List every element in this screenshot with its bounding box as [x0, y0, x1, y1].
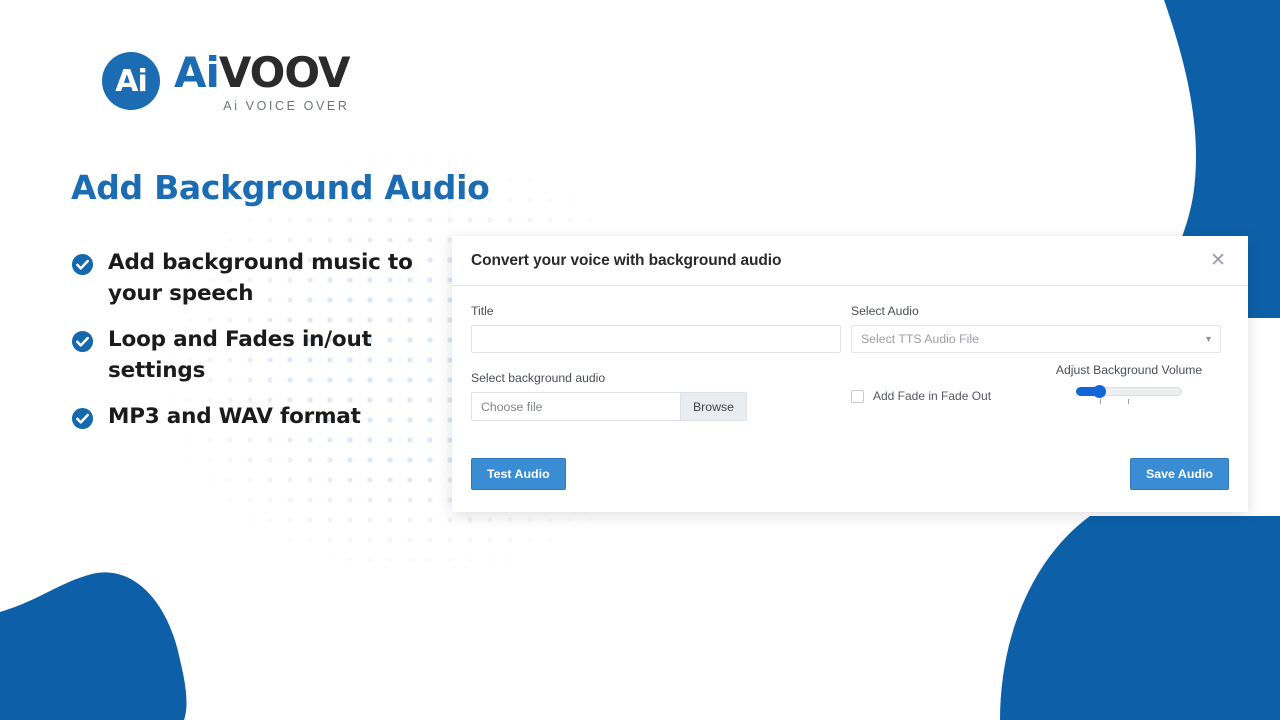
- dialog-footer: Test Audio Save Audio: [452, 458, 1248, 512]
- title-input[interactable]: [471, 325, 841, 353]
- select-audio-dropdown[interactable]: Select TTS Audio File ▾: [850, 325, 1221, 353]
- slider-thumb[interactable]: [1093, 385, 1106, 398]
- dialog-left-column: Title Select background audio Choose fil…: [471, 304, 851, 421]
- dialog-body: Title Select background audio Choose fil…: [452, 286, 1248, 421]
- logo-wordmark: AiVOOV: [174, 52, 350, 94]
- list-item: MP3 and WAV format: [71, 402, 471, 433]
- page-title: Add Background Audio: [71, 168, 490, 207]
- logo-mark-icon: Ai: [102, 52, 160, 110]
- background-audio-dialog: Convert your voice with background audio…: [452, 236, 1248, 512]
- title-field-label: Title: [471, 304, 494, 318]
- dialog-header: Convert your voice with background audio…: [452, 236, 1248, 286]
- logo-text: AiVOOV Ai VOICE OVER: [174, 52, 350, 114]
- fade-and-volume-row: Add Fade in Fade Out Adjust Background V…: [850, 363, 1229, 407]
- list-item-label: Loop and Fades in/out settings: [108, 327, 372, 383]
- volume-label: Adjust Background Volume: [1055, 363, 1203, 377]
- background-audio-label: Select background audio: [471, 371, 606, 385]
- dialog-title: Convert your voice with background audio: [471, 251, 782, 269]
- close-icon[interactable]: ✕: [1206, 249, 1230, 272]
- volume-control: Adjust Background Volume: [1029, 363, 1229, 407]
- browse-button[interactable]: Browse: [680, 393, 746, 420]
- select-audio-label: Select Audio: [850, 304, 919, 318]
- fade-checkbox[interactable]: [850, 389, 864, 403]
- check-circle-icon: [71, 253, 94, 276]
- select-audio-value: Select TTS Audio File: [860, 332, 979, 346]
- list-item-label: Add background music to your speech: [108, 250, 413, 306]
- background-audio-file-picker[interactable]: Choose file Browse: [471, 392, 747, 421]
- list-item: Add background music to your speech: [71, 248, 471, 309]
- fade-checkbox-group[interactable]: Add Fade in Fade Out: [850, 389, 992, 403]
- brand-logo: Ai AiVOOV Ai VOICE OVER: [102, 52, 350, 114]
- list-item-label: MP3 and WAV format: [108, 404, 361, 430]
- logo-tagline: Ai VOICE OVER: [223, 99, 350, 113]
- test-audio-button[interactable]: Test Audio: [471, 458, 566, 490]
- check-circle-icon: [71, 330, 94, 353]
- fade-checkbox-label: Add Fade in Fade Out: [872, 389, 992, 403]
- logo-word-voov: VOOV: [218, 48, 351, 97]
- slider-ticks: [1076, 399, 1182, 407]
- feature-list: Add background music to your speech Loop…: [71, 248, 471, 449]
- volume-slider[interactable]: [1076, 385, 1182, 398]
- logo-word-ai: Ai: [174, 48, 220, 97]
- file-name-display: Choose file: [472, 393, 680, 420]
- check-circle-icon: [71, 408, 94, 430]
- dialog-right-column: Select Audio Select TTS Audio File ▾ Add…: [850, 304, 1229, 421]
- chevron-down-icon: ▾: [1205, 333, 1211, 345]
- list-item: Loop and Fades in/out settings: [71, 325, 471, 386]
- save-audio-button[interactable]: Save Audio: [1129, 458, 1229, 490]
